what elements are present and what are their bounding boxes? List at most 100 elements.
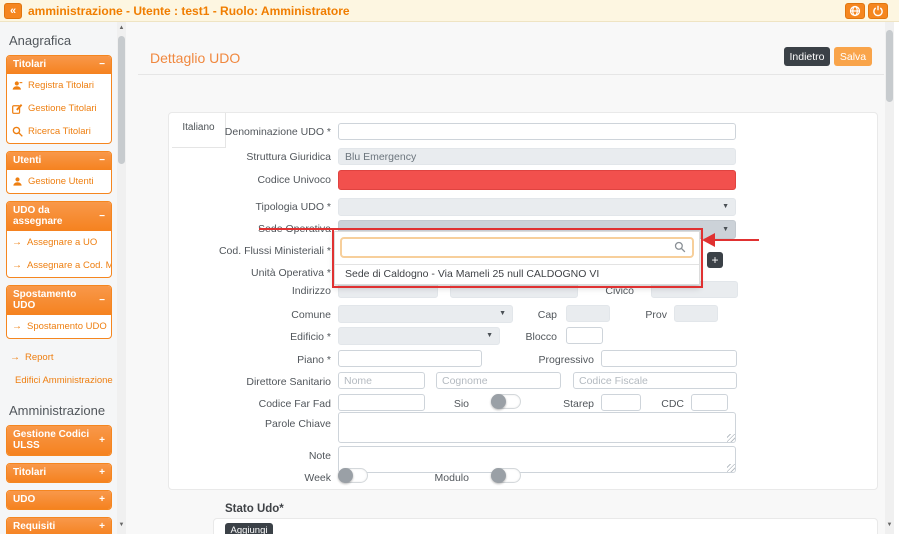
tipologia-udo-label: Tipologia UDO *: [171, 201, 331, 213]
add-unita-operativa-button[interactable]: +: [707, 252, 723, 268]
modulo-toggle[interactable]: [491, 468, 521, 483]
edificio-select[interactable]: ▼: [338, 327, 500, 345]
section-title: Titolari: [13, 467, 46, 478]
sidebar-section-udo-da-assegnare-header[interactable]: UDO da assegnare −: [7, 202, 111, 231]
person-icon: [12, 176, 23, 187]
save-button[interactable]: Salva: [834, 47, 872, 66]
sidebar-item-assegnare-a-uo[interactable]: → Assegnare a UO: [7, 231, 111, 254]
toolbar-divider: [138, 74, 884, 75]
sidebar-section-admin-titolari-header[interactable]: Titolari +: [7, 464, 111, 482]
item-label: Report: [25, 352, 54, 363]
tipologia-udo-select[interactable]: ▼: [338, 198, 736, 216]
sidebar-section-spostamento-udo-header[interactable]: Spostamento UDO −: [7, 286, 111, 315]
top-header-bar: « amministrazione - Utente : test1 - Ruo…: [0, 0, 899, 22]
toggle-knob: [491, 468, 506, 483]
parole-chiave-label: Parole Chiave: [171, 418, 331, 430]
logout-button[interactable]: [868, 3, 888, 19]
sidebar-section-titolari-header[interactable]: Titolari −: [7, 56, 111, 74]
sio-toggle[interactable]: [491, 394, 521, 409]
denominazione-udo-input[interactable]: [338, 123, 736, 140]
scroll-up-icon[interactable]: ▲: [117, 25, 126, 31]
chevron-down-icon: ▼: [722, 203, 729, 210]
resize-handle-icon[interactable]: [727, 434, 735, 442]
section-title: Spostamento UDO: [13, 289, 99, 311]
codice-far-fad-label: Codice Far Fad: [171, 398, 331, 410]
codice-univoco-input-error[interactable]: [338, 170, 736, 190]
search-icon: [674, 241, 686, 253]
sidebar-section-requisiti-header[interactable]: Requisiti +: [7, 518, 111, 534]
comune-select[interactable]: ▼: [338, 305, 513, 323]
sidebar-item-gestione-utenti[interactable]: Gestione Utenti: [7, 170, 111, 193]
globe-button[interactable]: [845, 3, 865, 19]
stato-udo-label: Stato Udo*: [225, 503, 284, 515]
blocco-input[interactable]: [566, 327, 603, 344]
direttore-codice-fiscale-input[interactable]: [573, 372, 737, 389]
codice-univoco-label: Codice Univoco: [171, 174, 331, 186]
denominazione-udo-label: Denominazione UDO *: [171, 126, 331, 138]
sidebar-section-requisiti: Requisiti +: [6, 517, 112, 534]
chevron-down-icon: ▼: [722, 226, 729, 233]
main-scrollbar-thumb[interactable]: [886, 30, 893, 102]
piano-input[interactable]: [338, 350, 482, 367]
expand-plus-icon[interactable]: +: [99, 494, 105, 505]
expand-plus-icon[interactable]: +: [99, 467, 105, 478]
week-toggle[interactable]: [338, 468, 368, 483]
item-label: Ricerca Titolari: [28, 126, 91, 137]
sidebar-collapse-button[interactable]: «: [4, 3, 22, 19]
sidebar-item-spostamento-udo[interactable]: → Spostamento UDO: [7, 315, 111, 338]
aggiungi-button[interactable]: Aggiungi: [225, 523, 273, 534]
app-window: « amministrazione - Utente : test1 - Ruo…: [0, 0, 899, 534]
indirizzo-label: Indirizzo: [171, 285, 331, 297]
sidebar-link-edifici-amministrazione[interactable]: Edifici Amministrazione: [0, 369, 117, 392]
arrow-right-icon: →: [12, 260, 22, 271]
direttore-cognome-input[interactable]: [436, 372, 561, 389]
sidebar-heading-amministrazione: Amministrazione: [0, 392, 117, 425]
scroll-down-icon[interactable]: ▼: [117, 522, 126, 528]
chevron-down-icon: ▼: [499, 310, 506, 317]
civico-label: Civico: [594, 285, 634, 297]
prov-label: Prov: [634, 309, 667, 321]
starep-input[interactable]: [601, 394, 641, 411]
resize-handle-icon[interactable]: [727, 464, 735, 472]
progressivo-input[interactable]: [601, 350, 737, 367]
section-title: Requisiti: [13, 521, 55, 532]
collapse-minus-icon[interactable]: −: [99, 59, 105, 70]
pencil-square-icon: [12, 103, 23, 114]
dropdown-option-sede-di-caldogno[interactable]: Sede di Caldogno - Via Mameli 25 null CA…: [335, 264, 699, 284]
note-label: Note: [171, 450, 331, 462]
cdc-input[interactable]: [691, 394, 728, 411]
scroll-down-icon[interactable]: ▼: [885, 522, 894, 528]
sidebar-link-report[interactable]: → Report: [0, 346, 117, 369]
codice-far-fad-input[interactable]: [338, 394, 425, 411]
dropdown-search-input[interactable]: [340, 237, 694, 258]
sidebar: Anagrafica Titolari − Registra Titolari …: [0, 22, 117, 534]
note-textarea[interactable]: [338, 446, 736, 473]
comune-label: Comune: [171, 309, 331, 321]
direttore-nome-input[interactable]: [338, 372, 425, 389]
sidebar-scrollbar-thumb[interactable]: [118, 36, 125, 164]
back-button[interactable]: Indietro: [784, 47, 830, 66]
struttura-giuridica-field: Blu Emergency: [338, 148, 736, 165]
annotation-red-arrow: [715, 239, 759, 241]
starep-label: Starep: [534, 398, 594, 410]
sidebar-section-admin-udo-header[interactable]: UDO +: [7, 491, 111, 509]
collapse-minus-icon[interactable]: −: [99, 155, 105, 166]
sidebar-item-assegnare-a-cod-min[interactable]: → Assegnare a Cod. Min.: [7, 254, 111, 277]
expand-plus-icon[interactable]: +: [99, 435, 105, 446]
sidebar-item-registra-titolari[interactable]: Registra Titolari: [7, 74, 111, 97]
collapse-minus-icon[interactable]: −: [99, 295, 105, 306]
sidebar-section-admin-titolari: Titolari +: [6, 463, 112, 483]
toggle-knob: [491, 394, 506, 409]
sidebar-heading-anagrafica: Anagrafica: [0, 22, 117, 55]
sede-operativa-dropdown-panel: Sede di Caldogno - Via Mameli 25 null CA…: [334, 231, 700, 285]
sidebar-item-gestione-titolari[interactable]: Gestione Titolari: [7, 97, 111, 120]
cod-flussi-ministeriali-label: Cod. Flussi Ministeriali *: [171, 245, 331, 257]
sidebar-section-gestione-codici-ulss-header[interactable]: Gestione Codici ULSS +: [7, 426, 111, 455]
sidebar-item-ricerca-titolari[interactable]: Ricerca Titolari: [7, 120, 111, 143]
sidebar-section-spostamento-udo: Spostamento UDO − → Spostamento UDO: [6, 285, 112, 339]
parole-chiave-textarea[interactable]: [338, 412, 736, 443]
direttore-sanitario-label: Direttore Sanitario: [171, 376, 331, 388]
collapse-minus-icon[interactable]: −: [99, 211, 105, 222]
expand-plus-icon[interactable]: +: [99, 521, 105, 532]
sidebar-section-utenti-header[interactable]: Utenti −: [7, 152, 111, 170]
